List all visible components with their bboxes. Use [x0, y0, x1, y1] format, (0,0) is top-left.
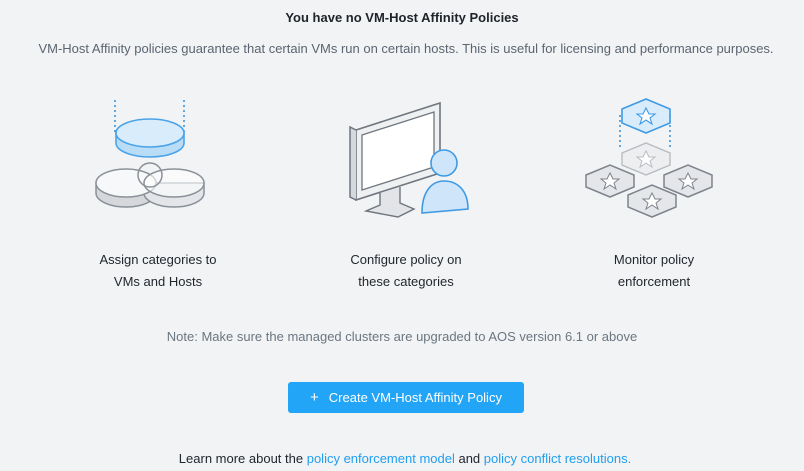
step-label: Assign categories to VMs and Hosts	[99, 252, 217, 289]
step-assign-categories: Assign categories to VMs and Hosts	[58, 95, 258, 293]
categories-venn-icon	[95, 100, 205, 208]
footer-suffix: .	[627, 451, 632, 466]
step-configure-policy: Configure policy on these categories	[306, 95, 506, 293]
footer-prefix: Learn more about the	[178, 451, 307, 466]
footer-middle: and	[454, 451, 484, 466]
policy-enforcement-model-link[interactable]: policy enforcement model	[307, 451, 455, 466]
monitor-user-icon	[349, 101, 469, 218]
learn-more-footer: Learn more about the policy enforcement …	[0, 451, 804, 466]
create-policy-label: Create VM-Host Affinity Policy	[328, 390, 502, 405]
shield-badges-icon	[585, 98, 713, 218]
step-label: Monitor policy enforcement	[613, 252, 695, 289]
aos-version-note: Note: Make sure the managed clusters are…	[166, 329, 638, 344]
plus-icon: +	[310, 389, 319, 406]
policy-conflict-resolutions-link[interactable]: policy conflict resolutions	[484, 451, 628, 466]
create-policy-button[interactable]: + Create VM-Host Affinity Policy	[288, 382, 524, 413]
step-label: Configure policy on these categories	[350, 252, 462, 289]
empty-state-description: VM-Host Affinity policies guarantee that…	[38, 41, 774, 56]
empty-state-panel: You have no VM-Host Affinity Policies VM…	[0, 0, 804, 471]
empty-state-title: You have no VM-Host Affinity Policies	[285, 10, 519, 25]
steps-row: Assign categories to VMs and Hosts Confi…	[0, 95, 804, 295]
step-monitor-enforcement: Monitor policy enforcement	[554, 95, 754, 293]
